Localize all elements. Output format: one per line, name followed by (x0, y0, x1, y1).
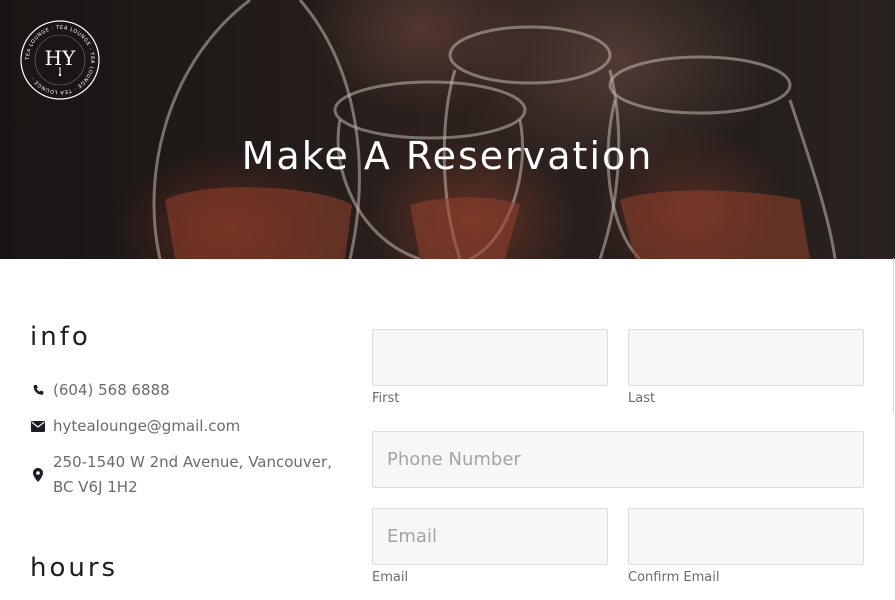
confirm-email-input[interactable] (628, 508, 864, 565)
phone-number-input[interactable] (372, 431, 864, 488)
page-title: Make A Reservation (241, 134, 654, 178)
phone-text: (604) 568 6888 (53, 381, 170, 399)
first-name-input[interactable] (372, 329, 608, 386)
address-text: 250-1540 W 2nd Avenue, Vancouver, BC V6J… (53, 450, 345, 500)
page-edge-divider (893, 258, 894, 413)
logo-letters: HY (45, 46, 76, 70)
hero-overlay (0, 0, 895, 259)
email-input[interactable] (372, 508, 608, 565)
map-marker-icon (30, 450, 46, 500)
brand-logo[interactable]: TEA LOUNGE · TEA LOUNGE · TEA LOUNGE · T… (20, 20, 100, 100)
email-label: Email (372, 570, 409, 585)
phone-icon (30, 378, 46, 403)
email-text: hytealounge@gmail.com (53, 417, 241, 435)
logo-emblem: TEA LOUNGE · TEA LOUNGE · TEA LOUNGE · T… (20, 20, 100, 100)
hours-heading: hours (30, 553, 119, 583)
contact-address[interactable]: 250-1540 W 2nd Avenue, Vancouver, BC V6J… (30, 450, 350, 500)
address-line-2: BC V6J 1H2 (53, 478, 138, 496)
hero-banner: TEA LOUNGE · TEA LOUNGE · TEA LOUNGE · T… (0, 0, 895, 259)
info-heading: info (30, 322, 91, 352)
first-name-label: First (372, 391, 400, 406)
last-name-input[interactable] (628, 329, 864, 386)
contact-email[interactable]: hytealounge@gmail.com (30, 414, 350, 439)
envelope-icon (30, 414, 46, 439)
address-line-1: 250-1540 W 2nd Avenue, Vancouver, (53, 453, 332, 471)
last-name-label: Last (628, 391, 656, 406)
contact-phone[interactable]: (604) 568 6888 (30, 378, 350, 403)
confirm-email-label: Confirm Email (628, 570, 720, 585)
